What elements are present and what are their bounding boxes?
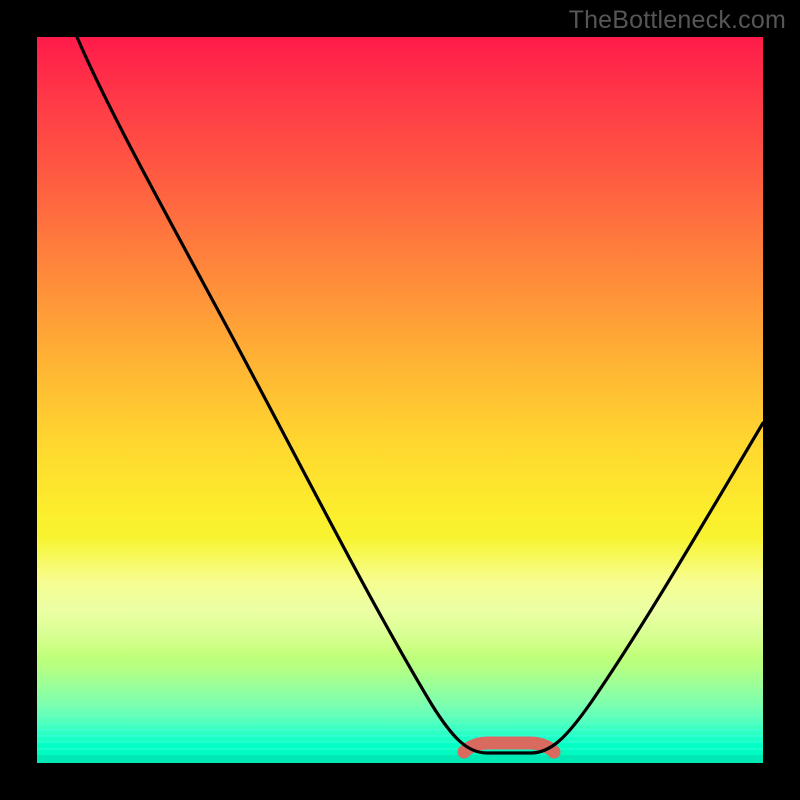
chart-frame: TheBottleneck.com [0,0,800,800]
curve-svg [37,37,763,763]
watermark-text: TheBottleneck.com [569,6,786,35]
bottleneck-curve [77,37,763,753]
plot-area [37,37,763,763]
